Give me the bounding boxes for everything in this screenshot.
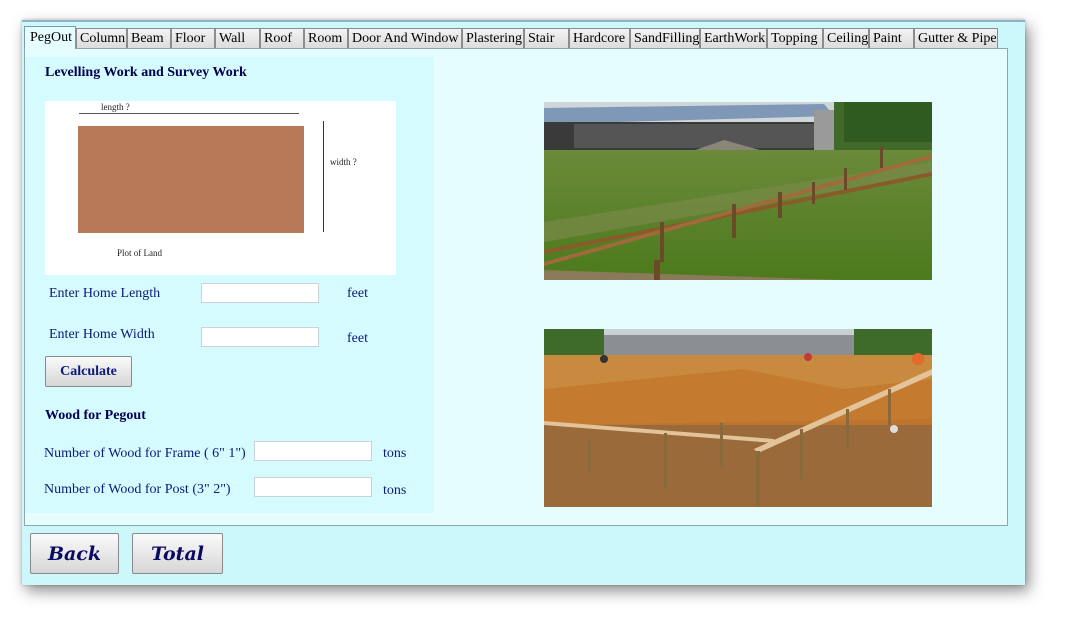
tab-ceiling[interactable]: Ceiling — [823, 28, 869, 48]
tab-gutter-and-pipe[interactable]: Gutter & Pipe — [914, 28, 998, 48]
tab-room[interactable]: Room — [304, 28, 348, 48]
calculate-button[interactable]: Calculate — [45, 356, 132, 387]
tab-topping[interactable]: Topping — [767, 28, 823, 48]
width-label: width ? — [330, 157, 357, 167]
post-wood-unit: tons — [383, 483, 407, 498]
back-button[interactable]: Back — [30, 533, 119, 574]
tab-paint[interactable]: Paint — [869, 28, 914, 48]
tab-pegout[interactable]: PegOut — [24, 26, 76, 49]
length-line — [79, 113, 299, 114]
pegout-tab-page: Levelling Work and Survey Work length ? … — [24, 48, 1008, 526]
home-length-unit: feet — [347, 286, 368, 301]
plot-diagram: length ? width ? Plot of Land — [45, 101, 396, 275]
post-wood-input[interactable] — [254, 477, 372, 497]
tab-floor[interactable]: Floor — [171, 28, 215, 48]
input-panel: Levelling Work and Survey Work length ? … — [25, 57, 434, 513]
tab-stair[interactable]: Stair — [524, 28, 569, 48]
window-top-border — [22, 20, 1025, 22]
home-width-unit: feet — [347, 331, 368, 346]
length-label: length ? — [101, 102, 130, 112]
wood-title: Wood for Pegout — [45, 408, 146, 423]
tab-beam[interactable]: Beam — [127, 28, 171, 48]
frame-wood-label: Number of Wood for Frame ( 6" 1") — [44, 446, 246, 461]
tab-column[interactable]: Column — [76, 28, 127, 48]
home-length-label: Enter Home Length — [49, 286, 161, 301]
pegout-site-photo-2 — [544, 329, 932, 507]
frame-wood-input[interactable] — [254, 441, 372, 461]
width-line — [323, 121, 324, 232]
tab-sandfilling[interactable]: SandFilling — [630, 28, 700, 48]
frame-wood-unit: tons — [383, 446, 407, 461]
tab-door-and-window[interactable]: Door And Window — [348, 28, 462, 48]
app-window: PegOut Column Beam Floor Wall Roof Room … — [22, 20, 1025, 585]
levelling-title: Levelling Work and Survey Work — [45, 65, 247, 80]
tab-roof[interactable]: Roof — [260, 28, 304, 48]
post-wood-label: Number of Wood for Post (3" 2") — [44, 482, 231, 497]
tab-hardcore[interactable]: Hardcore — [569, 28, 630, 48]
tab-plastering[interactable]: Plastering — [462, 28, 524, 48]
pegout-site-photo-1 — [544, 102, 932, 280]
tab-wall[interactable]: Wall — [215, 28, 260, 48]
plot-caption: Plot of Land — [117, 248, 162, 258]
home-width-label: Enter Home Width — [49, 327, 155, 342]
home-length-input[interactable] — [201, 283, 319, 303]
home-width-input[interactable] — [201, 327, 319, 347]
plot-of-land-rectangle — [78, 126, 304, 233]
total-button[interactable]: Total — [132, 533, 223, 574]
tab-earthwork[interactable]: EarthWork — [700, 28, 767, 48]
